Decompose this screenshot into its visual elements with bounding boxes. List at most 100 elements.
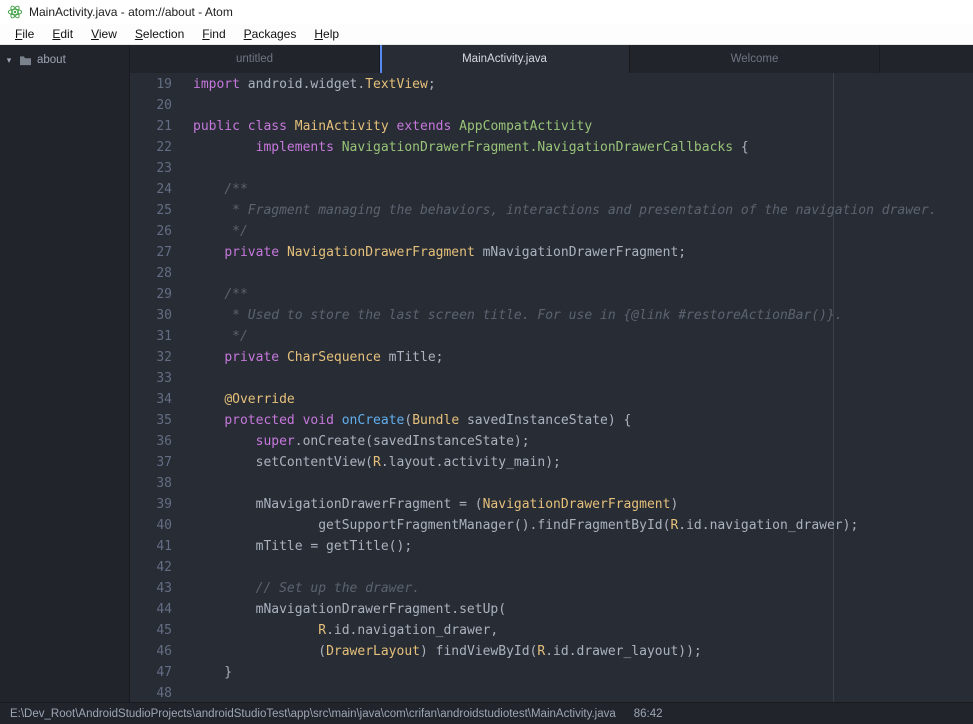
code-line[interactable]: 23	[130, 158, 973, 179]
menu-item-view[interactable]: View	[82, 25, 126, 43]
line-number[interactable]: 31	[130, 326, 180, 347]
line-number[interactable]: 32	[130, 347, 180, 368]
code-line[interactable]: 46 (DrawerLayout) findViewById(R.id.draw…	[130, 641, 973, 662]
code-line[interactable]: 28	[130, 263, 973, 284]
menu-item-edit[interactable]: Edit	[43, 25, 82, 43]
line-number[interactable]: 19	[130, 74, 180, 95]
code-line[interactable]: 32 private CharSequence mTitle;	[130, 347, 973, 368]
file-path: E:\Dev_Root\AndroidStudioProjects\androi…	[10, 707, 616, 720]
main-area: ▾ about untitled MainActivity.java Welcome…	[0, 45, 973, 702]
line-number[interactable]: 37	[130, 452, 180, 473]
text-editor[interactable]: 19 import android.widget.TextView; 20 21 pub…	[130, 73, 973, 702]
code-text: mTitle = getTitle();	[193, 539, 413, 554]
menu-item-selection[interactable]: Selection	[126, 25, 193, 43]
line-number[interactable]: 20	[130, 95, 180, 116]
line-number[interactable]: 35	[130, 410, 180, 431]
tree-item-about[interactable]: ▾ about	[0, 52, 129, 68]
menu-item-find[interactable]: Find	[193, 25, 234, 43]
code-line[interactable]: 42	[130, 557, 973, 578]
line-number[interactable]: 42	[130, 557, 180, 578]
line-number[interactable]: 39	[130, 494, 180, 515]
code-text: */	[232, 329, 248, 344]
menu-item-file[interactable]: File	[6, 25, 43, 43]
tab-bar: untitled MainActivity.java Welcome	[130, 45, 973, 73]
tab-welcome[interactable]: Welcome	[630, 45, 880, 73]
line-number[interactable]: 33	[130, 368, 180, 389]
tab-mainactivity-java[interactable]: MainActivity.java	[380, 45, 630, 73]
line-number[interactable]: 22	[130, 137, 180, 158]
code-line[interactable]: 48	[130, 683, 973, 702]
line-number[interactable]: 47	[130, 662, 180, 683]
line-number[interactable]: 24	[130, 179, 180, 200]
code-line[interactable]: 24 /**	[130, 179, 973, 200]
code-line[interactable]: 41 mTitle = getTitle();	[130, 536, 973, 557]
code-text: mNavigationDrawerFragment = (NavigationD…	[193, 497, 679, 512]
code-text: /**	[224, 182, 248, 197]
line-number[interactable]: 43	[130, 578, 180, 599]
code-line[interactable]: 43 // Set up the drawer.	[130, 578, 973, 599]
chevron-down-icon[interactable]: ▾	[4, 55, 14, 66]
code-line[interactable]: 36 super.onCreate(savedInstanceState);	[130, 431, 973, 452]
code-line[interactable]: 25 * Fragment managing the behaviors, in…	[130, 200, 973, 221]
editor-pane: untitled MainActivity.java Welcome 19 impor…	[130, 45, 973, 702]
line-number[interactable]: 29	[130, 284, 180, 305]
folder-icon	[19, 55, 32, 66]
code-text: * Used to store the last screen title. F…	[232, 308, 843, 323]
code-line[interactable]: 39 mNavigationDrawerFragment = (Navigati…	[130, 494, 973, 515]
code-text: public class MainActivity extends AppCom…	[193, 119, 593, 134]
cursor-position[interactable]: 86:42	[634, 708, 663, 720]
line-number[interactable]: 36	[130, 431, 180, 452]
line-number[interactable]: 27	[130, 242, 180, 263]
code-line[interactable]: 40 getSupportFragmentManager().findFragm…	[130, 515, 973, 536]
line-number[interactable]: 38	[130, 473, 180, 494]
code-line[interactable]: 37 setContentView(R.layout.activity_main…	[130, 452, 973, 473]
code-line[interactable]: 22 implements NavigationDrawerFragment.N…	[130, 137, 973, 158]
menu-item-help[interactable]: Help	[305, 25, 348, 43]
line-number[interactable]: 45	[130, 620, 180, 641]
code-line[interactable]: 45 R.id.navigation_drawer,	[130, 620, 973, 641]
menu-bar: File Edit View Selection Find Packages Help	[0, 24, 973, 45]
line-number[interactable]: 28	[130, 263, 180, 284]
code-line[interactable]: 21 public class MainActivity extends AppC…	[130, 116, 973, 137]
line-number[interactable]: 48	[130, 683, 180, 702]
code-line[interactable]: 47 }	[130, 662, 973, 683]
code-line[interactable]: 44 mNavigationDrawerFragment.setUp(	[130, 599, 973, 620]
line-number[interactable]: 30	[130, 305, 180, 326]
code-line[interactable]: 27 private NavigationDrawerFragment mNav…	[130, 242, 973, 263]
code-line[interactable]: 31 */	[130, 326, 973, 347]
code-line[interactable]: 33	[130, 368, 973, 389]
code-text: protected void onCreate(Bundle savedInst…	[224, 413, 632, 428]
code-line[interactable]: 20	[130, 95, 973, 116]
line-number[interactable]: 46	[130, 641, 180, 662]
menu-item-packages[interactable]: Packages	[235, 25, 306, 43]
window-title: MainActivity.java - atom://about - Atom	[29, 5, 233, 19]
code-text: R.id.navigation_drawer,	[318, 623, 499, 638]
code-line[interactable]: 38	[130, 473, 973, 494]
line-number[interactable]: 26	[130, 221, 180, 242]
status-bar: E:\Dev_Root\AndroidStudioProjects\androi…	[0, 702, 973, 724]
code-line[interactable]: 19 import android.widget.TextView;	[130, 74, 973, 95]
line-number[interactable]: 34	[130, 389, 180, 410]
code-text: import android.widget.TextView;	[193, 77, 436, 92]
code-line[interactable]: 26 */	[130, 221, 973, 242]
line-number[interactable]: 25	[130, 200, 180, 221]
code-line[interactable]: 34 @Override	[130, 389, 973, 410]
line-number[interactable]: 44	[130, 599, 180, 620]
line-number[interactable]: 41	[130, 536, 180, 557]
line-number[interactable]: 40	[130, 515, 180, 536]
code-line[interactable]: 29 /**	[130, 284, 973, 305]
code-text: /**	[224, 287, 248, 302]
line-number[interactable]: 23	[130, 158, 180, 179]
code-line[interactable]: 35 protected void onCreate(Bundle savedI…	[130, 410, 973, 431]
code-text: }	[193, 665, 233, 680]
line-number[interactable]: 21	[130, 116, 180, 137]
tab-untitled[interactable]: untitled	[130, 45, 380, 73]
tree-item-label: about	[37, 54, 66, 66]
atom-icon	[7, 4, 23, 20]
code-line[interactable]: 30 * Used to store the last screen title…	[130, 305, 973, 326]
